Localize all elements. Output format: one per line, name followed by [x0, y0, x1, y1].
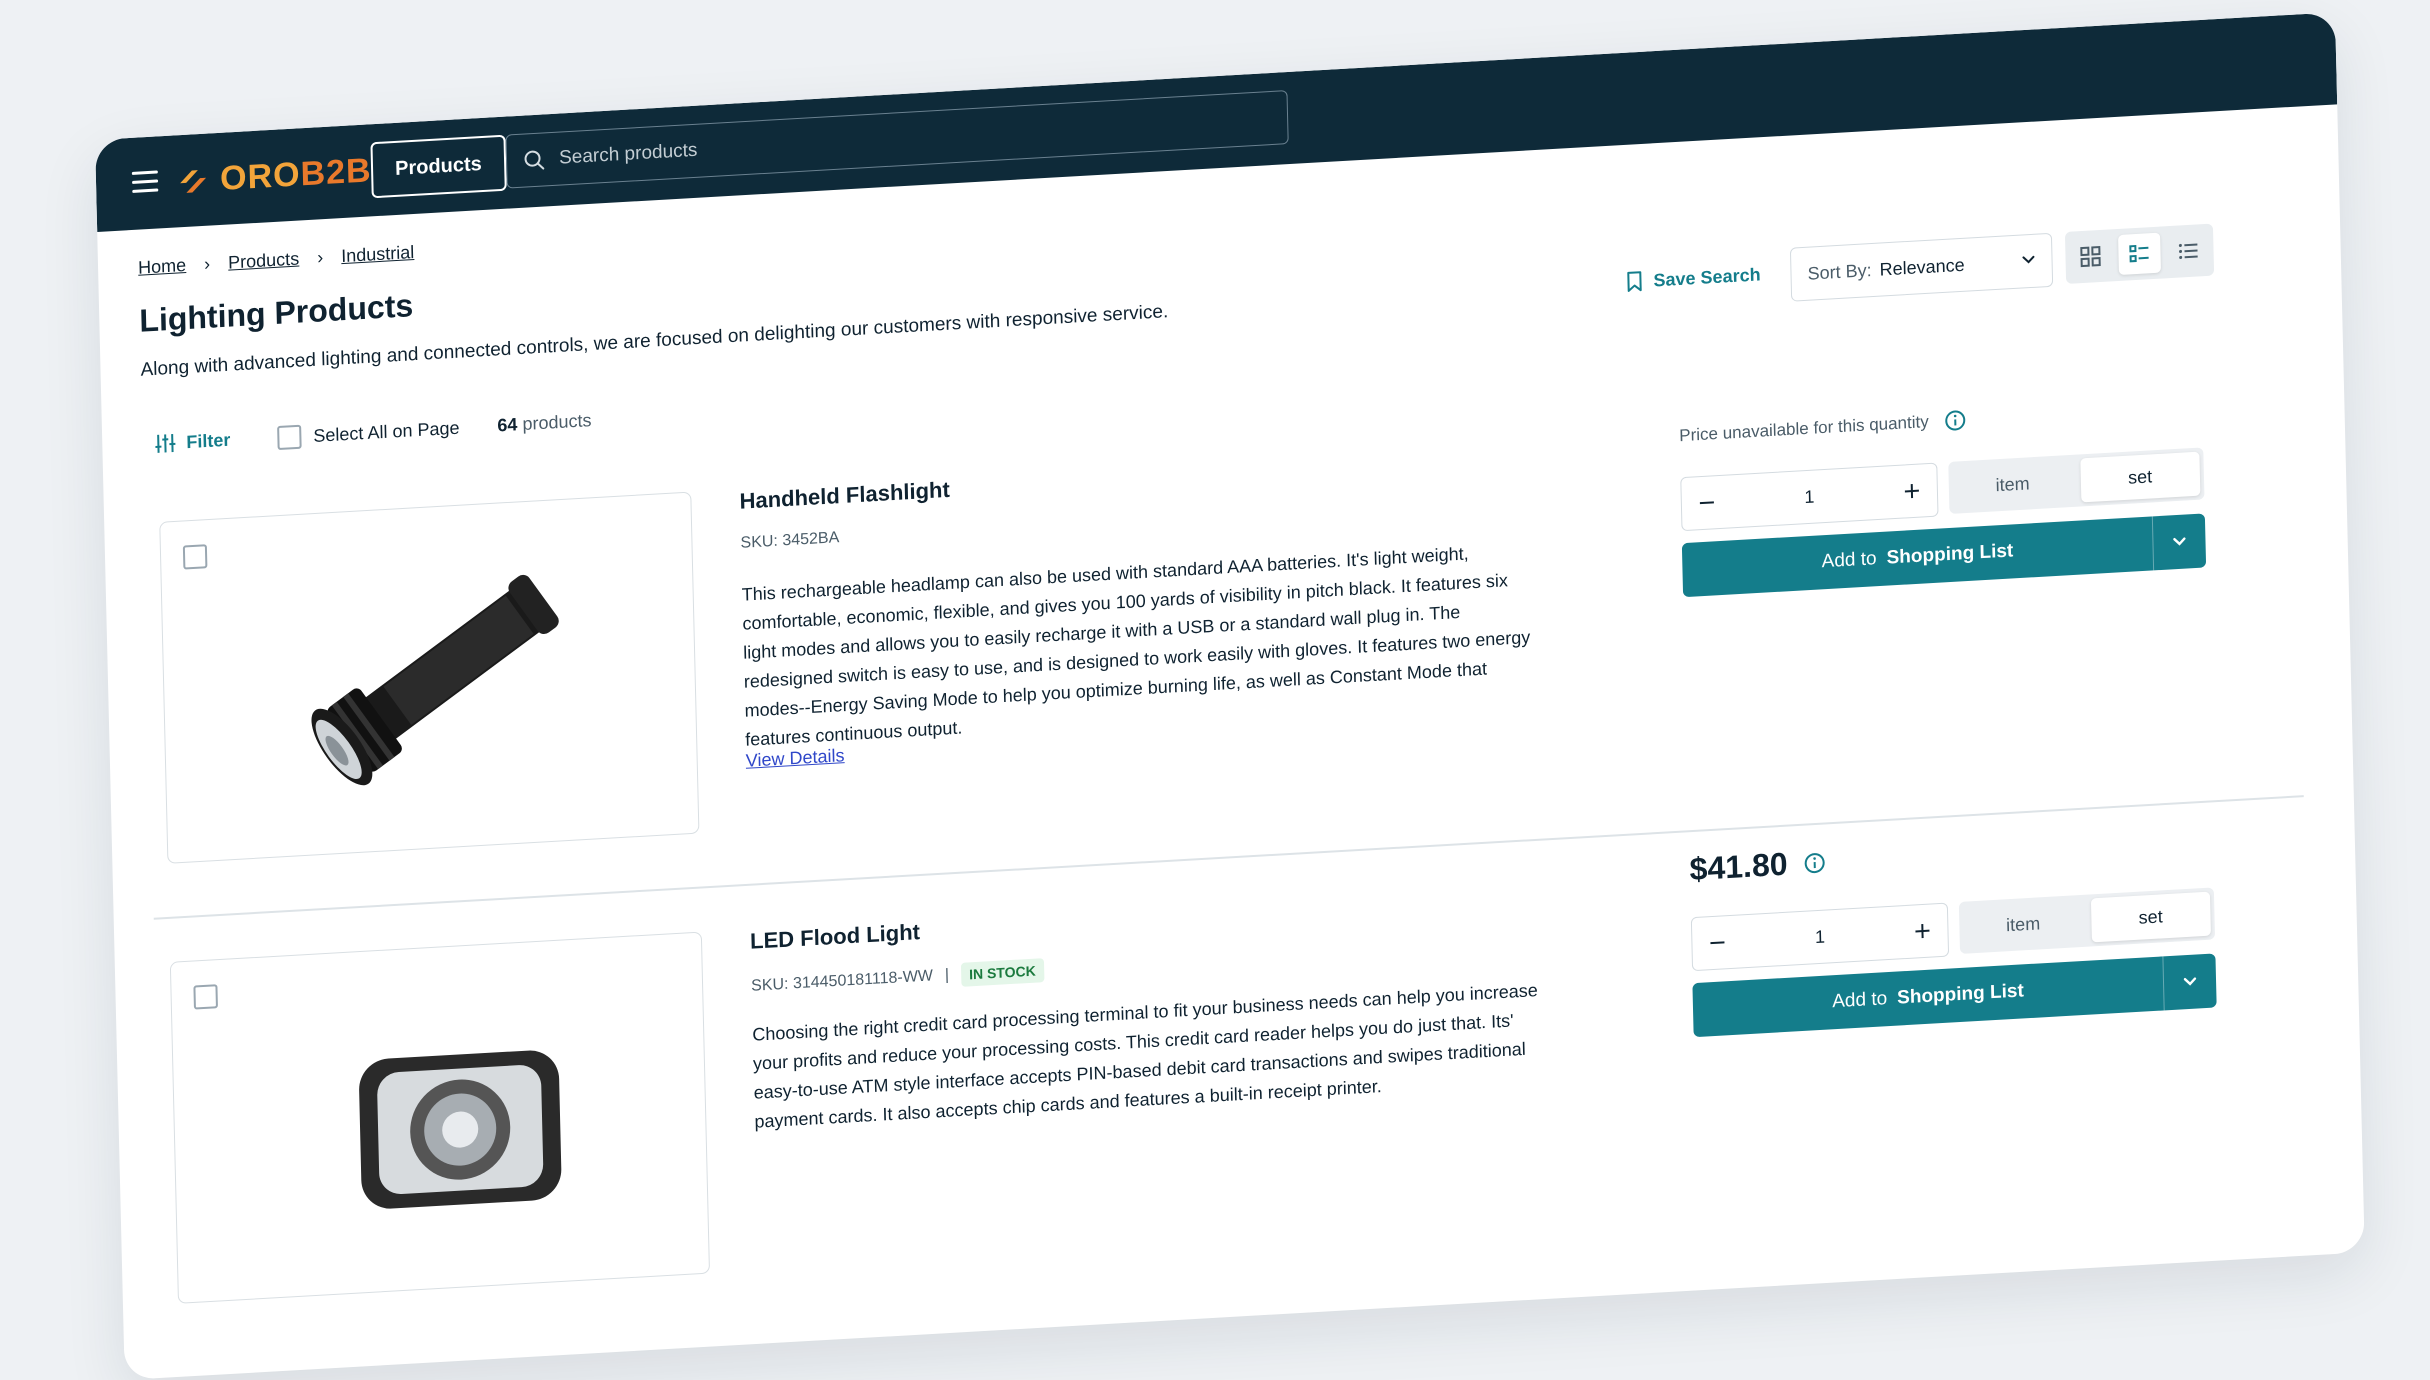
plus-icon [1902, 480, 1922, 501]
sort-label: Sort By: [1807, 260, 1872, 285]
breadcrumb-products[interactable]: Products [228, 249, 300, 274]
bookmark-icon [1625, 270, 1644, 293]
quantity-stepper: 1 [1680, 463, 1938, 532]
add-label: Add to [1832, 988, 1887, 1012]
filter-button[interactable]: Filter [154, 429, 231, 455]
add-label: Add to [1821, 548, 1876, 572]
unit-option-item[interactable]: item [1952, 459, 2073, 510]
sort-value: Relevance [1879, 254, 1965, 280]
sku-label: SKU: [740, 533, 778, 553]
breadcrumb: Home › Products › Industrial [138, 242, 415, 279]
product-image-card[interactable] [170, 932, 710, 1304]
chevron-down-icon [2181, 972, 2199, 991]
chevron-down-icon [2019, 251, 2037, 270]
unit-toggle: item set [1948, 447, 2204, 514]
logo[interactable]: OROB2B [175, 144, 372, 207]
minus-icon [1707, 932, 1727, 953]
sku-value: 3452BA [782, 529, 839, 550]
grid-view-button[interactable] [2069, 235, 2112, 277]
add-button-label: Add to Shopping List [1693, 972, 2164, 1021]
search-input[interactable] [557, 105, 1288, 171]
filter-label: Filter [186, 429, 231, 453]
price-note-text: Price unavailable for this quantity [1679, 412, 1929, 446]
product-count-suffix: products [522, 410, 592, 434]
view-details-link[interactable]: View Details [746, 745, 845, 772]
increase-quantity-button[interactable] [1897, 905, 1948, 958]
select-all-label: Select All on Page [313, 417, 460, 446]
sliders-icon [154, 432, 177, 455]
save-search-label: Save Search [1653, 264, 1761, 291]
product-count-value: 64 [497, 414, 518, 435]
unit-toggle: item set [1959, 887, 2215, 954]
plus-icon [1912, 920, 1932, 941]
product-select-checkbox[interactable] [193, 984, 218, 1009]
page-panel: OROB2B Products Home › Products › Indust… [95, 12, 2365, 1380]
save-search-button[interactable]: Save Search [1625, 263, 1761, 293]
search-icon [523, 148, 546, 171]
breadcrumb-chevron-icon: › [317, 247, 324, 268]
decrease-quantity-button[interactable] [1692, 916, 1743, 969]
add-button-label: Add to Shopping List [1682, 532, 2153, 581]
breadcrumb-home[interactable]: Home [138, 255, 187, 279]
sku-value: 314450181118-WW [793, 967, 933, 993]
increase-quantity-button[interactable] [1886, 465, 1937, 518]
unit-option-set[interactable]: set [2090, 892, 2211, 943]
top-header: OROB2B Products [95, 12, 2337, 232]
purchase-panel: Price unavailable for this quantity 1 it… [1679, 394, 2229, 625]
decrease-quantity-button[interactable] [1681, 476, 1732, 529]
price-value: $41.80 [1689, 846, 1788, 889]
product-price: $41.80 [1689, 843, 1826, 888]
breadcrumb-chevron-icon: › [204, 254, 211, 275]
product-name[interactable]: LED Flood Light [750, 919, 920, 955]
product-count: 64 products [497, 410, 592, 436]
select-all-checkbox[interactable]: Select All on Page [277, 416, 460, 450]
grid-icon [2079, 245, 2102, 268]
sort-dropdown[interactable]: Sort By: Relevance [1790, 233, 2053, 302]
in-stock-badge: IN STOCK [961, 958, 1044, 987]
sku-separator: | [945, 967, 950, 985]
list-icon [2178, 239, 2201, 262]
hamburger-menu-icon[interactable] [132, 170, 159, 193]
breadcrumb-industrial[interactable]: Industrial [341, 242, 415, 267]
unit-option-set[interactable]: set [2080, 452, 2201, 503]
checkbox[interactable] [277, 425, 302, 450]
quantity-input[interactable]: 1 [1732, 482, 1888, 512]
minus-icon [1697, 492, 1717, 513]
sku-label: SKU: [751, 976, 789, 996]
flood-light-image [267, 976, 613, 1265]
product-name[interactable]: Handheld Flashlight [739, 477, 950, 515]
info-icon[interactable] [1944, 409, 1967, 432]
shopping-list-dropdown-toggle[interactable] [2152, 513, 2206, 570]
logo-text: OROB2B [220, 151, 372, 199]
list-detail-icon [2128, 242, 2151, 265]
product-image-card[interactable] [159, 492, 699, 864]
purchase-panel: $41.80 1 item set [1690, 834, 2240, 1065]
product-select-checkbox[interactable] [183, 544, 208, 569]
flashlight-image [256, 536, 602, 825]
chevron-down-icon [2170, 532, 2188, 551]
products-menu-button[interactable]: Products [370, 135, 506, 199]
add-target: Shopping List [1886, 540, 2013, 568]
quantity-input[interactable]: 1 [1742, 922, 1898, 952]
search-box[interactable] [505, 90, 1288, 189]
product-sku: SKU: 3452BA [740, 529, 839, 553]
unit-option-item[interactable]: item [1963, 899, 2084, 950]
price-unavailable-note: Price unavailable for this quantity [1679, 409, 1967, 447]
product-description: Choosing the right credit card processin… [752, 975, 1555, 1137]
shopping-list-dropdown-toggle[interactable] [2162, 953, 2216, 1010]
product-description: This rechargeable headlamp can also be u… [741, 535, 1545, 755]
add-target: Shopping List [1897, 980, 2024, 1008]
info-icon[interactable] [1803, 851, 1826, 874]
page-title: Lighting Products [139, 287, 414, 340]
view-switcher [2065, 224, 2214, 284]
logo-mark-icon [176, 161, 213, 199]
list-view-button[interactable] [2118, 233, 2161, 275]
quantity-stepper: 1 [1691, 903, 1949, 972]
product-sku: SKU: 314450181118-WW | IN STOCK [751, 958, 1044, 999]
compact-list-view-button[interactable] [2167, 230, 2210, 272]
